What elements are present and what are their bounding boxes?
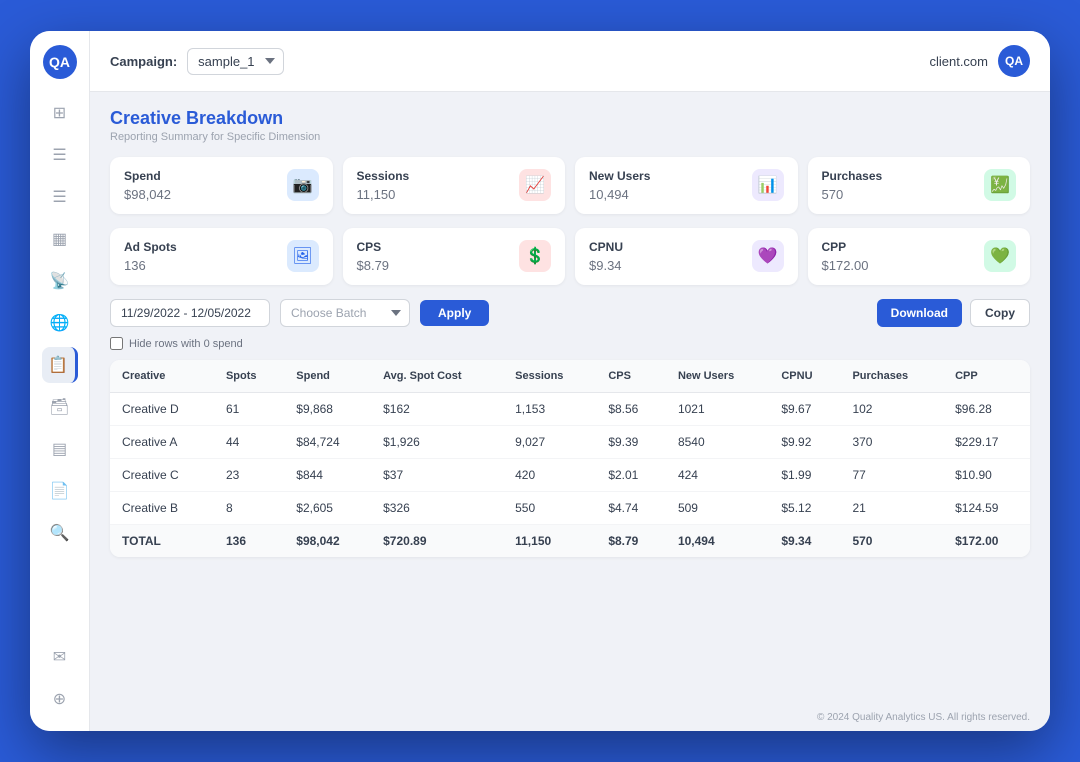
col-spend: Spend xyxy=(284,360,371,393)
data-table: Creative Spots Spend Avg. Spot Cost Sess… xyxy=(110,360,1030,557)
metric-card-spend: Spend $98,042 📷 xyxy=(110,157,333,214)
sidebar-item-globe[interactable]: 🌐 xyxy=(42,305,78,341)
metric-value-cps: $8.79 xyxy=(357,258,390,273)
col-cps: CPS xyxy=(596,360,666,393)
page-title: Creative Breakdown xyxy=(110,108,1030,129)
sidebar-bottom: ✉ ⊕ xyxy=(42,639,78,717)
metric-card-purchases: Purchases 570 💹 xyxy=(808,157,1031,214)
hide-zero-checkbox[interactable] xyxy=(110,337,123,350)
metric-card-ad-spots: Ad Spots 136 🖼 xyxy=(110,228,333,285)
filters-row: Choose Batch Apply Download Copy xyxy=(110,299,1030,327)
metric-cards-row1: Spend $98,042 📷 Sessions 11,150 📈 New Us… xyxy=(110,157,1030,214)
metric-title-purchases: Purchases xyxy=(822,169,883,183)
table-total-row: TOTAL136$98,042$720.8911,150$8.7910,494$… xyxy=(110,525,1030,558)
page-body: Creative Breakdown Reporting Summary for… xyxy=(90,92,1050,704)
footer: © 2024 Quality Analytics US. All rights … xyxy=(90,704,1050,731)
sidebar-logo[interactable]: QA xyxy=(43,45,77,79)
col-spots: Spots xyxy=(214,360,284,393)
header-left: Campaign: sample_1 xyxy=(110,48,284,75)
campaign-label: Campaign: xyxy=(110,54,177,69)
campaign-select[interactable]: sample_1 xyxy=(187,48,284,75)
copy-button[interactable]: Copy xyxy=(970,299,1030,327)
sidebar-item-search[interactable]: 🔍 xyxy=(42,515,78,551)
header: Campaign: sample_1 client.com QA xyxy=(90,31,1050,92)
hide-zero-label: Hide rows with 0 spend xyxy=(129,338,243,350)
sidebar-item-doc[interactable]: 📄 xyxy=(42,473,78,509)
col-new-users: New Users xyxy=(666,360,769,393)
user-avatar[interactable]: QA xyxy=(998,45,1030,77)
page-subtitle: Reporting Summary for Specific Dimension xyxy=(110,131,1030,143)
metric-card-cps: CPS $8.79 💲 xyxy=(343,228,566,285)
metric-title-cpp: CPP xyxy=(822,240,869,254)
sidebar-item-grid[interactable]: ▦ xyxy=(42,221,78,257)
metric-title-new-users: New Users xyxy=(589,169,650,183)
metric-value-ad-spots: 136 xyxy=(124,258,177,273)
table-row: Creative A44$84,724$1,9269,027$9.398540$… xyxy=(110,426,1030,459)
sidebar-item-signal[interactable]: 📡 xyxy=(42,263,78,299)
metric-cards-row2: Ad Spots 136 🖼 CPS $8.79 💲 CPNU $9.34 xyxy=(110,228,1030,285)
cps-icon: 💲 xyxy=(519,240,551,272)
metric-value-cpp: $172.00 xyxy=(822,258,869,273)
purchases-icon: 💹 xyxy=(984,169,1016,201)
metric-value-new-users: 10,494 xyxy=(589,187,650,202)
metric-title-cps: CPS xyxy=(357,240,390,254)
metric-card-sessions: Sessions 11,150 📈 xyxy=(343,157,566,214)
metric-card-new-users: New Users 10,494 📊 xyxy=(575,157,798,214)
new-users-icon: 📊 xyxy=(752,169,784,201)
sidebar-item-table[interactable]: ▤ xyxy=(42,431,78,467)
download-button[interactable]: Download xyxy=(877,299,962,327)
col-avg-spot-cost: Avg. Spot Cost xyxy=(371,360,503,393)
sidebar-item-list2[interactable]: ☰ xyxy=(42,179,78,215)
cpp-icon: 💚 xyxy=(984,240,1016,272)
client-name: client.com xyxy=(929,54,988,69)
apply-button[interactable]: Apply xyxy=(420,300,489,326)
metric-title-cpnu: CPNU xyxy=(589,240,623,254)
hide-zero-row: Hide rows with 0 spend xyxy=(110,337,1030,350)
metric-value-spend: $98,042 xyxy=(124,187,171,202)
table-row: Creative C23$844$37420$2.01424$1.9977$10… xyxy=(110,459,1030,492)
sidebar: QA ⊞ ☰ ☰ ▦ 📡 🌐 📋 🗃 ▤ 📄 🔍 ✉ ⊕ xyxy=(30,31,90,731)
metric-title-spend: Spend xyxy=(124,169,171,183)
col-creative: Creative xyxy=(110,360,214,393)
sidebar-item-report[interactable]: 📋 xyxy=(42,347,78,383)
metric-value-purchases: 570 xyxy=(822,187,883,202)
col-cpp: CPP xyxy=(943,360,1030,393)
table-row: Creative B8$2,605$326550$4.74509$5.1221$… xyxy=(110,492,1030,525)
metric-title-ad-spots: Ad Spots xyxy=(124,240,177,254)
spend-icon: 📷 xyxy=(287,169,319,201)
col-cpnu: CPNU xyxy=(769,360,840,393)
ad-spots-icon: 🖼 xyxy=(287,240,319,272)
metric-title-sessions: Sessions xyxy=(357,169,410,183)
filters-right: Download Copy xyxy=(877,299,1030,327)
sidebar-item-dashboard[interactable]: ⊞ xyxy=(42,95,78,131)
sidebar-item-logout[interactable]: ⊕ xyxy=(42,681,78,717)
metric-value-sessions: 11,150 xyxy=(357,187,410,202)
table-header-row: Creative Spots Spend Avg. Spot Cost Sess… xyxy=(110,360,1030,393)
col-purchases: Purchases xyxy=(840,360,943,393)
col-sessions: Sessions xyxy=(503,360,596,393)
table-row: Creative D61$9,868$1621,153$8.561021$9.6… xyxy=(110,393,1030,426)
batch-select[interactable]: Choose Batch xyxy=(280,299,410,327)
header-right: client.com QA xyxy=(929,45,1030,77)
footer-text: © 2024 Quality Analytics US. All rights … xyxy=(817,712,1030,723)
cpnu-icon: 💜 xyxy=(752,240,784,272)
sidebar-item-storage[interactable]: 🗃 xyxy=(42,389,78,425)
metric-value-cpnu: $9.34 xyxy=(589,258,623,273)
date-range-input[interactable] xyxy=(110,299,270,327)
sessions-icon: 📈 xyxy=(519,169,551,201)
sidebar-item-list1[interactable]: ☰ xyxy=(42,137,78,173)
metric-card-cpnu: CPNU $9.34 💜 xyxy=(575,228,798,285)
metric-card-cpp: CPP $172.00 💚 xyxy=(808,228,1031,285)
table-body: Creative D61$9,868$1621,153$8.561021$9.6… xyxy=(110,393,1030,558)
data-table-wrap: Creative Spots Spend Avg. Spot Cost Sess… xyxy=(110,360,1030,557)
sidebar-item-mail[interactable]: ✉ xyxy=(42,639,78,675)
main-content: Campaign: sample_1 client.com QA Creativ… xyxy=(90,31,1050,731)
